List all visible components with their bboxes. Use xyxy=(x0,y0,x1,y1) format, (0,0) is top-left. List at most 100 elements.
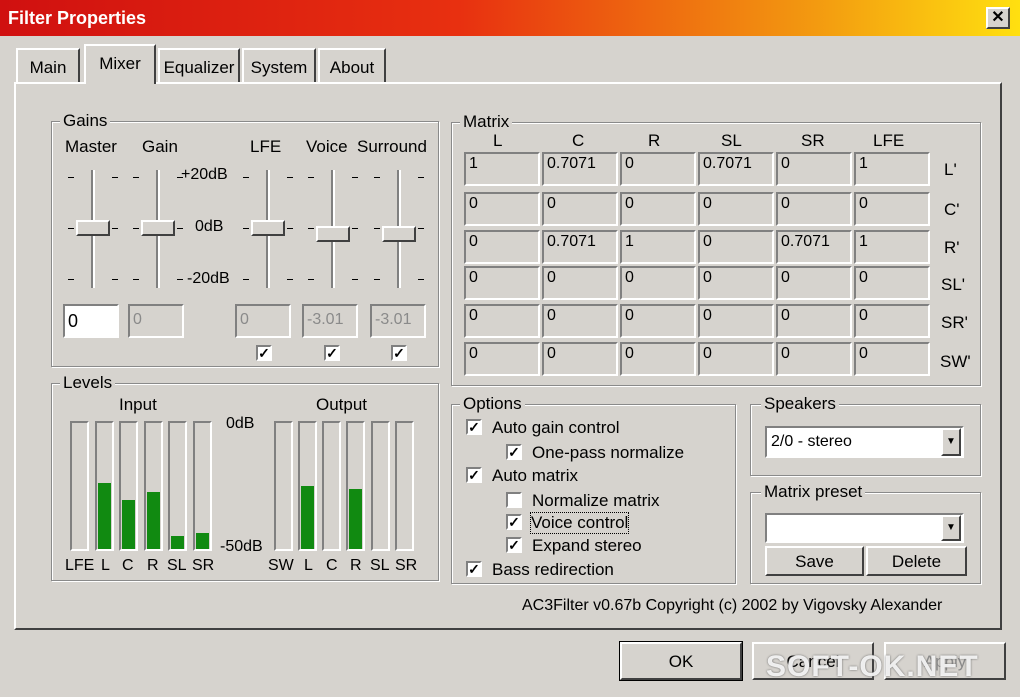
matrix-cell[interactable]: 1 xyxy=(854,230,930,264)
watermark: SOFT-OK.NET xyxy=(766,650,979,683)
voice-control-label[interactable]: Voice control xyxy=(529,512,630,534)
gain-label: Gain xyxy=(142,137,178,156)
tab-system[interactable]: System xyxy=(242,48,316,82)
matrix-cell[interactable]: 0 xyxy=(698,342,774,376)
matrix-cell[interactable]: 0 xyxy=(464,304,540,338)
matrix-cell[interactable]: 0 xyxy=(776,342,852,376)
gains-title: Gains xyxy=(60,111,111,131)
close-button[interactable]: ✕ xyxy=(986,7,1010,29)
matrix-cell[interactable]: 0 xyxy=(698,266,774,300)
surround-label: Surround xyxy=(357,137,427,156)
matrix-cell[interactable]: 0.7071 xyxy=(698,152,774,186)
input-meter-lfe xyxy=(70,421,89,551)
surround-enable-checkbox[interactable]: ✓ xyxy=(391,345,407,361)
input-channel-sl: SL xyxy=(167,557,187,574)
output-meter-sw xyxy=(274,421,293,551)
matrix-cell[interactable]: 1 xyxy=(464,152,540,186)
auto-gain-label[interactable]: Auto gain control xyxy=(492,418,620,438)
gain-slider-thumb[interactable] xyxy=(141,220,175,236)
tab-main[interactable]: Main xyxy=(16,48,80,82)
matrix-preset-dropdown-icon[interactable]: ▼ xyxy=(941,515,961,541)
lfe-value-field[interactable]: 0 xyxy=(235,304,291,338)
matrix-cell[interactable]: 0 xyxy=(620,342,696,376)
matrix-cell[interactable]: 0 xyxy=(542,192,618,226)
matrix-cell[interactable]: 0 xyxy=(854,304,930,338)
tab-about[interactable]: About xyxy=(318,48,386,82)
output-channel-r: R xyxy=(350,557,362,574)
matrix-cell[interactable]: 0.7071 xyxy=(542,230,618,264)
matrix-cell[interactable]: 1 xyxy=(854,152,930,186)
speakers-dropdown-icon[interactable]: ▼ xyxy=(941,428,961,456)
expand-stereo-checkbox[interactable]: ✓ xyxy=(506,537,522,553)
matrix-cell[interactable]: 0 xyxy=(620,304,696,338)
matrix-cell[interactable]: 0 xyxy=(698,192,774,226)
auto-matrix-label[interactable]: Auto matrix xyxy=(492,466,578,486)
matrix-cell[interactable]: 0 xyxy=(854,266,930,300)
normalize-matrix-checkbox[interactable] xyxy=(506,492,522,508)
voice-control-checkbox[interactable]: ✓ xyxy=(506,514,522,530)
bass-redirection-label[interactable]: Bass redirection xyxy=(492,560,614,580)
matrix-cell[interactable]: 0 xyxy=(776,266,852,300)
matrix-cell[interactable]: 0 xyxy=(464,266,540,300)
tab-equalizer[interactable]: Equalizer xyxy=(158,48,240,82)
speakers-select[interactable]: 2/0 - stereo xyxy=(765,426,964,458)
matrix-cell[interactable]: 0.7071 xyxy=(542,152,618,186)
output-label: Output xyxy=(316,395,368,414)
master-slider-thumb[interactable] xyxy=(76,220,110,236)
bass-redirection-checkbox[interactable]: ✓ xyxy=(466,561,482,577)
levels-scale-bottom: -50dB xyxy=(220,538,263,555)
matrix-cell[interactable]: 0 xyxy=(464,342,540,376)
matrix-col-c: C xyxy=(572,131,585,150)
master-slider[interactable] xyxy=(68,168,118,290)
lfe-enable-checkbox[interactable]: ✓ xyxy=(256,345,272,361)
voice-slider[interactable] xyxy=(308,168,358,290)
matrix-cell[interactable]: 0 xyxy=(776,304,852,338)
matrix-cell[interactable]: 0 xyxy=(620,266,696,300)
gain-slider[interactable] xyxy=(133,168,183,290)
auto-gain-checkbox[interactable]: ✓ xyxy=(466,419,482,435)
matrix-cell[interactable]: 0 xyxy=(854,192,930,226)
auto-matrix-checkbox[interactable]: ✓ xyxy=(466,467,482,483)
delete-button[interactable]: Delete xyxy=(866,546,967,576)
expand-stereo-label[interactable]: Expand stereo xyxy=(532,536,642,556)
matrix-cell[interactable]: 0 xyxy=(698,304,774,338)
matrix-cell[interactable]: 0 xyxy=(776,192,852,226)
ok-button[interactable]: OK xyxy=(619,641,743,681)
input-channel-r: R xyxy=(147,557,159,574)
matrix-col-r: R xyxy=(648,131,661,150)
output-channel-sl: SL xyxy=(370,557,390,574)
matrix-cell[interactable]: 0 xyxy=(542,304,618,338)
matrix-cell[interactable]: 0 xyxy=(542,266,618,300)
matrix-cell[interactable]: 0 xyxy=(464,192,540,226)
matrix-cell[interactable]: 0 xyxy=(854,342,930,376)
voice-enable-checkbox[interactable]: ✓ xyxy=(324,345,340,361)
surround-slider[interactable] xyxy=(374,168,424,290)
gain-value-field[interactable]: 0 xyxy=(128,304,184,338)
matrix-cell[interactable]: 0 xyxy=(542,342,618,376)
one-pass-normalize-checkbox[interactable]: ✓ xyxy=(506,444,522,460)
normalize-matrix-label[interactable]: Normalize matrix xyxy=(532,491,660,511)
lfe-slider[interactable] xyxy=(243,168,293,290)
input-meter-sr xyxy=(193,421,212,551)
speakers-title: Speakers xyxy=(761,394,839,414)
output-meter-r xyxy=(346,421,365,551)
matrix-cell[interactable]: 0 xyxy=(776,152,852,186)
tab-mixer[interactable]: Mixer xyxy=(84,44,156,84)
matrix-cell[interactable]: 0 xyxy=(698,230,774,264)
matrix-cell[interactable]: 0.7071 xyxy=(776,230,852,264)
save-button[interactable]: Save xyxy=(765,546,864,576)
matrix-cell[interactable]: 0 xyxy=(620,152,696,186)
matrix-cell[interactable]: 0 xyxy=(464,230,540,264)
one-pass-normalize-label[interactable]: One-pass normalize xyxy=(532,443,684,463)
voice-slider-thumb[interactable] xyxy=(316,226,350,242)
matrix-preset-select[interactable] xyxy=(765,513,964,543)
surround-value-field[interactable]: -3.01 xyxy=(370,304,426,338)
input-bar-r xyxy=(147,492,160,549)
master-value-field[interactable]: 0 xyxy=(63,304,119,338)
matrix-cell[interactable]: 0 xyxy=(620,192,696,226)
matrix-cell[interactable]: 1 xyxy=(620,230,696,264)
voice-value-field[interactable]: -3.01 xyxy=(302,304,358,338)
output-meter-sr xyxy=(395,421,414,551)
lfe-slider-thumb[interactable] xyxy=(251,220,285,236)
surround-slider-thumb[interactable] xyxy=(382,226,416,242)
